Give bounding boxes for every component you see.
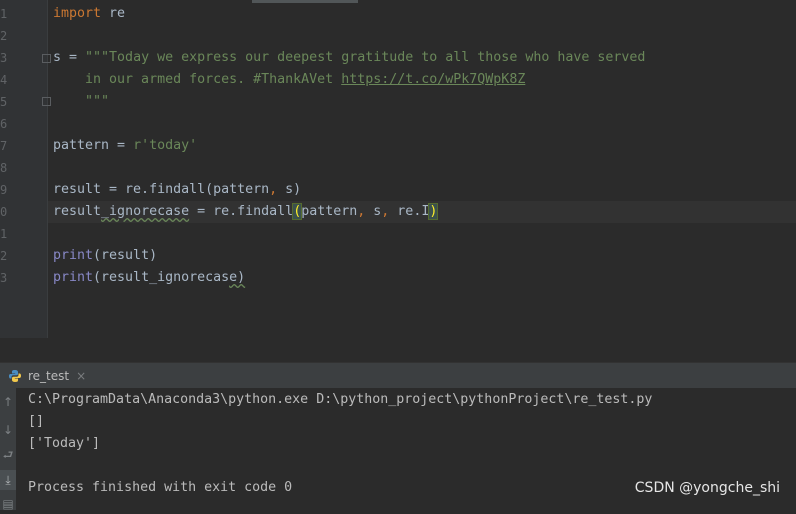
- typo-warning: _ignorecase: [101, 204, 190, 219]
- line-number: 4: [0, 73, 8, 87]
- run-tab-label: re_test: [28, 369, 70, 383]
- line-number: 1: [0, 227, 8, 241]
- console-line: []: [28, 414, 45, 429]
- close-icon[interactable]: ×: [76, 369, 86, 383]
- line-number: 1: [0, 7, 8, 21]
- console-line: Process finished with exit code 0: [28, 480, 293, 495]
- line-number-gutter: 1 2 3 4 5 6 7 8 9 0 1 2 3: [0, 0, 51, 338]
- editor-scroll-marker: [252, 0, 358, 3]
- soft-wrap-icon[interactable]: ⮐: [0, 446, 16, 466]
- arrow-up-icon[interactable]: ↑: [0, 392, 16, 412]
- fold-end-icon[interactable]: [42, 97, 51, 106]
- code-line[interactable]: in our armed forces. #ThankAVet https://…: [53, 69, 525, 91]
- run-toolbar: ↑ ↓ ⮐ ⤓ ▤: [0, 388, 16, 511]
- line-number: 2: [0, 29, 8, 43]
- code-line[interactable]: import re: [53, 3, 125, 25]
- code-line[interactable]: s = """Today we express our deepest grat…: [53, 47, 645, 69]
- run-tab[interactable]: re_test ×: [8, 363, 86, 389]
- code-line-current[interactable]: result_ignorecase = re.findall(pattern, …: [53, 201, 439, 223]
- code-line[interactable]: pattern = r'today': [53, 135, 197, 157]
- line-number: 3: [0, 51, 8, 65]
- print-icon[interactable]: ▤: [0, 494, 16, 514]
- code-line[interactable]: print(result): [53, 245, 157, 267]
- line-number: 6: [0, 117, 8, 131]
- line-number: 2: [0, 249, 8, 263]
- line-number: 0: [0, 205, 8, 219]
- line-number: 8: [0, 161, 8, 175]
- fold-start-icon[interactable]: [42, 54, 51, 63]
- python-icon: [9, 370, 21, 382]
- line-number: 3: [0, 271, 8, 285]
- arrow-down-icon[interactable]: ↓: [0, 420, 16, 440]
- brace-match-close: ): [428, 203, 439, 220]
- line-number: 7: [0, 139, 8, 153]
- typo-warning: e): [229, 270, 246, 285]
- url-link[interactable]: https://t.co/wPk7QWpK8Z: [341, 72, 525, 87]
- line-number: 5: [0, 95, 8, 109]
- code-editor[interactable]: 1 2 3 4 5 6 7 8 9 0 1 2 3 import re s = …: [0, 0, 796, 338]
- run-panel-header: re_test ×: [0, 362, 796, 389]
- code-line[interactable]: """: [53, 91, 109, 113]
- code-line[interactable]: print(result_ignorecase): [53, 267, 245, 289]
- console-line: C:\ProgramData\Anaconda3\python.exe D:\p…: [28, 392, 653, 407]
- scroll-to-end-icon[interactable]: ⤓: [0, 470, 16, 490]
- watermark: CSDN @yongche_shi: [634, 480, 780, 496]
- panel-divider[interactable]: [0, 338, 796, 362]
- line-number: 9: [0, 183, 8, 197]
- code-line[interactable]: result = re.findall(pattern, s): [53, 179, 301, 201]
- console-line: ['Today']: [28, 436, 101, 451]
- brace-match-open: (: [292, 203, 303, 220]
